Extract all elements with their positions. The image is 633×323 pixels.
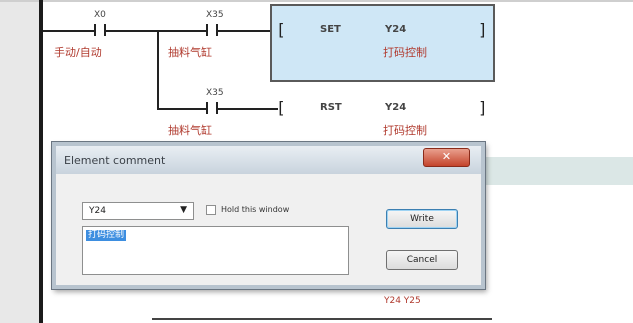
open-bracket: [ [276,20,286,39]
cancel-button[interactable]: Cancel [386,250,458,270]
left-margin [0,0,40,323]
rung-wire [218,108,278,110]
write-button[interactable]: Write [386,209,458,229]
rst-operand-comment: 打码控制 [383,124,427,137]
set-operand: Y24 [385,24,407,35]
branch-wire [157,30,159,108]
contact-x0-comment: 手动/自动 [54,46,102,59]
element-comment-dialog: Element comment ✕ Y24 ▼ Hold this window… [52,142,485,289]
contact-x35-bottom[interactable] [206,102,218,114]
set-instruction: SET [320,24,341,35]
contact-x0[interactable] [94,24,106,36]
dialog-title: Element comment [64,154,166,167]
rung-wire [43,30,94,32]
hold-window-checkbox[interactable] [206,205,216,215]
contact-x0-label: X0 [94,10,106,20]
close-button[interactable]: ✕ [423,148,470,167]
contact-x35-top[interactable] [206,24,218,36]
chevron-down-icon[interactable]: ▼ [180,205,187,215]
set-operand-comment: 打码控制 [383,46,427,59]
rung-wire [218,30,270,32]
comment-text[interactable]: 打码控制 [86,230,127,241]
contact-x35-bottom-comment: 抽料气缸 [168,124,212,137]
contact-x35-bottom-label: X35 [206,88,224,98]
contact-x35-top-comment: 抽料气缸 [168,46,212,59]
top-border [0,0,633,2]
rung-wire [157,108,206,110]
open-bracket: [ [276,98,286,117]
device-value: Y24 [89,206,106,216]
close-bracket: ] [478,20,488,39]
residual-comment: Y24 Y25 [384,296,421,306]
rst-instruction: RST [320,102,342,113]
device-combo[interactable]: Y24 ▼ [82,202,194,220]
dialog-title-bar[interactable]: Element comment ✕ [56,146,481,174]
power-rail [39,0,43,323]
selected-cell[interactable] [270,4,495,82]
rung-wire [152,318,492,320]
rung-wire [106,30,206,32]
row-highlight [485,157,633,185]
rst-operand: Y24 [385,102,407,113]
comment-textarea[interactable]: 打码控制 [82,226,349,275]
contact-x35-top-label: X35 [206,10,224,20]
close-bracket: ] [478,98,488,117]
hold-window-label[interactable]: Hold this window [221,205,289,214]
